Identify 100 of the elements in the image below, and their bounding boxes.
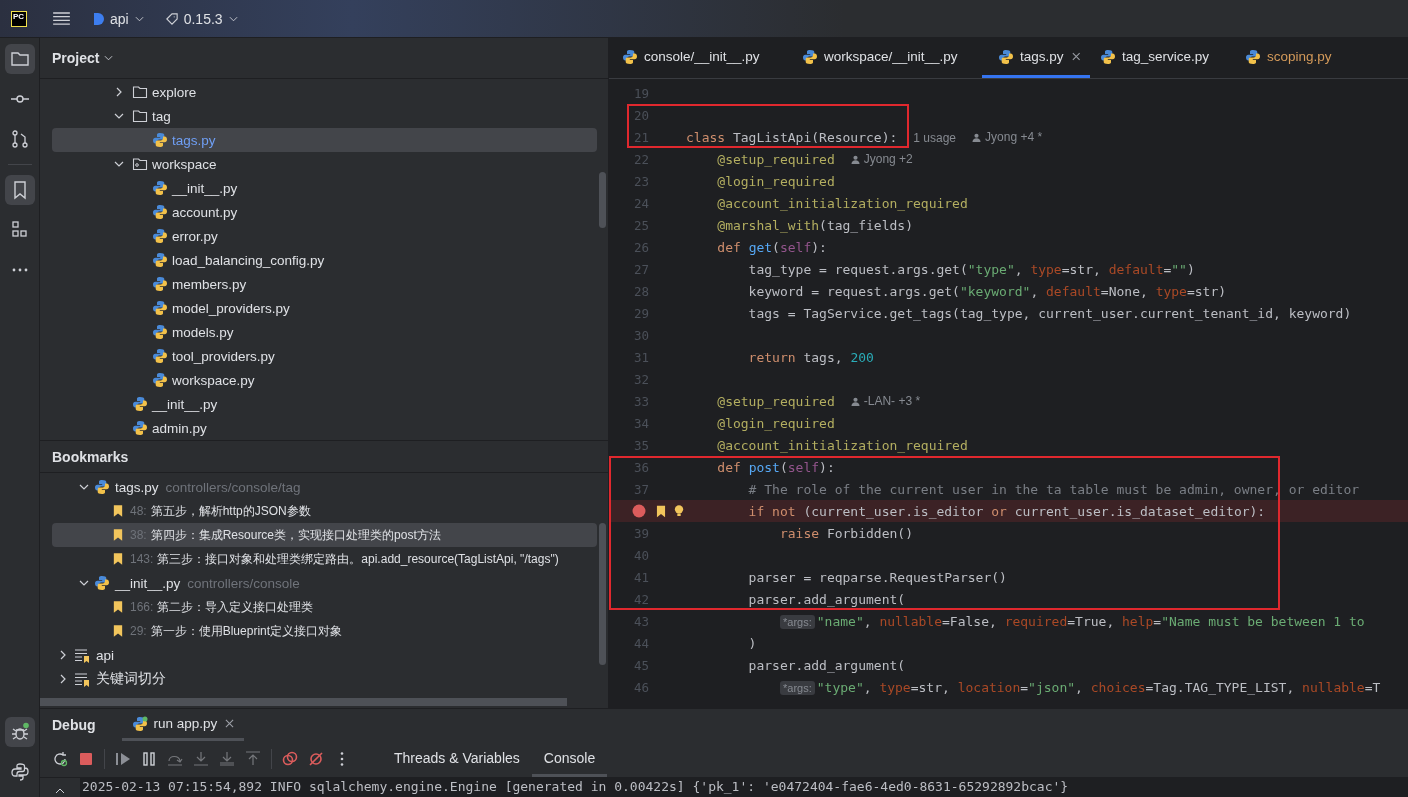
python-icon: [802, 48, 818, 65]
chevron-down-icon[interactable]: [114, 159, 124, 169]
tree-item[interactable]: members.py: [52, 272, 597, 296]
close-icon[interactable]: [1071, 52, 1080, 61]
debug-tool-button[interactable]: [4, 717, 35, 747]
bookmark-description: 第二步：导入定义接口处理类: [157, 598, 314, 616]
tree-item[interactable]: model_providers.py: [52, 296, 597, 320]
tree-item[interactable]: __init__.py: [52, 392, 597, 416]
tree-item[interactable]: tag: [52, 104, 597, 128]
tab-label: tag_service.py: [1122, 49, 1210, 64]
app-logo[interactable]: PC: [11, 10, 27, 27]
python-icon: [9, 762, 30, 782]
code-token: (: [772, 239, 780, 255]
bookmark-list-icon: [74, 671, 90, 687]
editor-tab[interactable]: console/__init__.py: [612, 38, 792, 78]
bookmark-item[interactable]: 166: 第二步：导入定义接口处理类: [52, 595, 597, 619]
breakpoint-icon[interactable]: [632, 504, 646, 518]
bookmark-file-item[interactable]: tags.py controllers/console/tag: [52, 475, 597, 499]
editor-tab[interactable]: workspace/__init__.py: [792, 38, 982, 78]
tree-item[interactable]: tags.py: [52, 128, 597, 152]
run-config-tab[interactable]: run app.py: [121, 709, 245, 741]
bookmark-icon: [113, 528, 123, 542]
python-icon: [152, 180, 168, 196]
debug-view-tab[interactable]: Threads & Variables: [382, 741, 532, 777]
editor-tab[interactable]: tag_service.py: [1090, 38, 1235, 78]
chevron-down-icon[interactable]: [79, 578, 89, 588]
file-path: controllers/console/tag: [165, 479, 301, 495]
code-token: ): [747, 635, 757, 651]
view-breakpoints-icon[interactable]: [282, 751, 298, 767]
project-panel-title[interactable]: Project: [52, 50, 100, 66]
tree-item[interactable]: __init__.py: [52, 176, 597, 200]
author-hint[interactable]: Jyong +4 *: [972, 130, 1043, 144]
chevron-down-icon[interactable]: [79, 482, 89, 492]
bookmark-item[interactable]: 143: 第三步：接口对象和处理类绑定路由。api.add_resource(TagListApi, "/tags"): [52, 547, 597, 571]
code-token: keyword = request.args.get(: [747, 283, 960, 299]
code-token: ,: [863, 613, 873, 629]
tree-item[interactable]: workspace: [52, 152, 597, 176]
code-token: current_user.is_dataset_editor):: [1013, 503, 1266, 519]
bookmark-list-item[interactable]: 关键词切分: [52, 667, 597, 691]
scrollbar[interactable]: [599, 523, 606, 665]
tree-item[interactable]: explore: [52, 80, 597, 104]
author-name: Jyong +4 *: [985, 130, 1043, 144]
bookmark-icon[interactable]: [655, 504, 666, 518]
tree-item[interactable]: tool_providers.py: [52, 344, 597, 368]
list-name: 关键词切分: [96, 670, 166, 688]
tree-item[interactable]: admin.py: [52, 416, 597, 440]
run-config-name: run app.py: [153, 716, 218, 731]
project-tool-button[interactable]: [4, 44, 35, 74]
stop-icon[interactable]: [78, 751, 94, 767]
scrollbar[interactable]: [40, 698, 567, 706]
pull-request-icon: [9, 129, 30, 149]
tree-item[interactable]: error.py: [52, 224, 597, 248]
python-icon: [131, 715, 148, 732]
chevron-right-icon[interactable]: [58, 650, 68, 660]
tree-item[interactable]: workspace.py: [52, 368, 597, 392]
tree-item[interactable]: account.py: [52, 200, 597, 224]
tree-item[interactable]: models.py: [52, 320, 597, 344]
branch-selector[interactable]: 0.15.3: [165, 10, 238, 27]
chevron-right-icon[interactable]: [114, 87, 124, 97]
project-selector[interactable]: api: [92, 10, 144, 27]
code-token: "json": [1028, 679, 1076, 695]
line-number: 29:: [130, 624, 147, 638]
code-token: or: [991, 503, 1007, 519]
author-hint[interactable]: -LAN- +3 *: [850, 394, 921, 408]
bookmark-icon: [113, 552, 123, 566]
code-token: 200: [850, 349, 874, 365]
parameter-hint: *args:: [780, 680, 815, 695]
editor-tab[interactable]: tags.py: [982, 38, 1090, 78]
chevron-down-icon[interactable]: [104, 55, 114, 61]
editor-tab[interactable]: scoping.py: [1235, 38, 1342, 78]
chevron-right-icon[interactable]: [58, 674, 68, 684]
lightbulb-icon[interactable]: [674, 504, 684, 518]
author-hint[interactable]: Jyong +2: [850, 152, 913, 166]
bookmark-file-item[interactable]: __init__.py controllers/console: [52, 571, 597, 595]
chevron-down-icon[interactable]: [114, 111, 124, 121]
pause-icon[interactable]: [141, 751, 157, 767]
rerun-icon[interactable]: [52, 751, 68, 767]
scroll-up-icon[interactable]: [55, 788, 65, 794]
code-token: type: [879, 679, 911, 695]
code-token: tag_type = request.args.get(: [747, 261, 968, 277]
scrollbar[interactable]: [599, 172, 606, 228]
close-icon[interactable]: [225, 719, 235, 728]
bookmark-item[interactable]: 29: 第一步：使用Blueprint定义接口对象: [52, 619, 597, 643]
bookmark-description: 第四步：集成Resource类，实现接口处理类的post方法: [150, 526, 441, 544]
code-token: =True,: [1067, 613, 1116, 629]
code-token: "keyword": [959, 283, 1031, 299]
bookmarks-tool-button[interactable]: [4, 175, 35, 205]
menu-icon[interactable]: [53, 12, 70, 25]
usage-hint[interactable]: 1 usage: [913, 130, 957, 145]
bookmark-item[interactable]: 48: 第五步，解析http的JSON参数: [52, 499, 597, 523]
code-token: parser = reqparse.RequestParser(): [747, 569, 1007, 585]
python-icon: [152, 372, 168, 388]
python-icon: [152, 132, 168, 148]
tab-label: console/__init__.py: [644, 49, 760, 64]
bookmark-list-item[interactable]: api: [52, 643, 597, 667]
bookmark-icon: [113, 624, 123, 638]
file-path: controllers/console: [187, 575, 300, 591]
tree-item[interactable]: load_balancing_config.py: [52, 248, 597, 272]
resume-icon[interactable]: [115, 751, 131, 767]
mute-breakpoints-icon[interactable]: [308, 751, 324, 767]
